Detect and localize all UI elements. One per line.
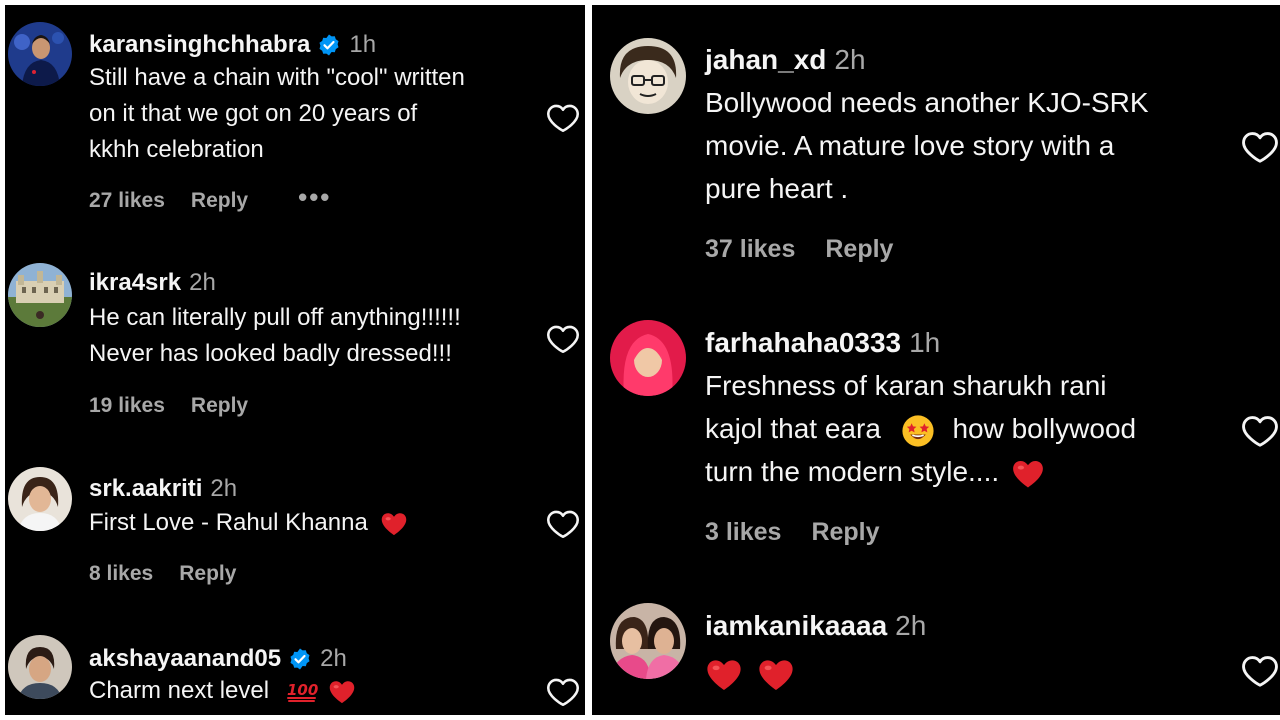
- comment-username[interactable]: karansinghchhabra: [89, 31, 310, 59]
- comment-text-line: Still have a chain with "cool" written: [89, 64, 465, 91]
- comment-text: Freshness of karan sharukh rani kajol th…: [705, 364, 1136, 493]
- comment-username[interactable]: ikra4srk: [89, 269, 181, 297]
- comment-text-line: Freshness of karan sharukh rani: [705, 370, 1107, 401]
- comment-username[interactable]: srk.aakriti: [89, 475, 202, 503]
- red-heart-icon: [380, 510, 408, 538]
- avatar[interactable]: [8, 635, 72, 699]
- avatar[interactable]: [610, 603, 686, 679]
- avatar[interactable]: [8, 467, 72, 531]
- comment-time: 1h: [909, 327, 941, 358]
- comment-text-line: on it that we got on 20 years of: [89, 100, 418, 127]
- more-options-icon[interactable]: •••: [298, 184, 331, 210]
- verified-badge-icon: [288, 647, 312, 671]
- comment-time: 2h: [320, 645, 347, 672]
- like-heart-icon[interactable]: [1241, 652, 1279, 690]
- red-heart-icon: [757, 656, 795, 694]
- verified-badge-icon: [317, 33, 341, 57]
- red-heart-icon: [1011, 457, 1045, 491]
- comment-text: Bollywood needs another KJO-SRK movie. A…: [705, 81, 1149, 210]
- comment-username[interactable]: jahan_xd: [705, 44, 826, 76]
- like-heart-icon[interactable]: [546, 507, 580, 541]
- comment-text-line: how bollywood: [952, 413, 1137, 444]
- reply-button[interactable]: Reply: [825, 235, 893, 264]
- hundred-points-icon: [286, 680, 318, 704]
- like-heart-icon[interactable]: [546, 322, 580, 356]
- like-heart-icon[interactable]: [1241, 412, 1279, 450]
- like-count[interactable]: 3 likes: [705, 518, 781, 547]
- comment-username[interactable]: iamkanikaaaa: [705, 610, 887, 642]
- comment-username[interactable]: akshayaanand05: [89, 645, 281, 673]
- comment-text-line: kkhh celebration: [89, 136, 264, 163]
- comment-text-line: kajol that eara: [705, 413, 881, 444]
- comment-username[interactable]: farhahaha0333: [705, 327, 901, 359]
- comment-time: 2h: [895, 610, 927, 641]
- comment-text: He can literally pull off anything!!!!!!…: [89, 300, 461, 372]
- comment-text-line: Bollywood needs another KJO-SRK: [705, 87, 1149, 118]
- avatar[interactable]: [610, 38, 686, 114]
- comment-text: First Love - Rahul Khanna: [89, 505, 408, 541]
- like-count[interactable]: 8 likes: [89, 562, 153, 586]
- comment-time: 2h: [834, 44, 866, 75]
- comment-text-line: First Love - Rahul Khanna: [89, 509, 368, 536]
- comment-text-line: movie. A mature love story with a: [705, 130, 1115, 161]
- like-count[interactable]: 19 likes: [89, 394, 165, 418]
- like-heart-icon[interactable]: [546, 101, 580, 135]
- star-struck-icon: [901, 414, 935, 448]
- comment-text-line: pure heart .: [705, 173, 849, 204]
- reply-button[interactable]: Reply: [191, 394, 248, 418]
- avatar[interactable]: [8, 263, 72, 327]
- comment-text: Still have a chain with "cool" written o…: [89, 60, 465, 168]
- reply-button[interactable]: Reply: [191, 189, 248, 213]
- like-count[interactable]: 37 likes: [705, 235, 795, 264]
- reply-button[interactable]: Reply: [179, 562, 236, 586]
- avatar[interactable]: [610, 320, 686, 396]
- comments-panel-left: karansinghchhabra 1h Still have a chain …: [5, 5, 585, 715]
- comment-text-line: turn the modern style....: [705, 456, 1000, 487]
- like-count[interactable]: 27 likes: [89, 189, 165, 213]
- like-heart-icon[interactable]: [1241, 128, 1279, 166]
- comment-time: 2h: [189, 269, 216, 296]
- comment-text-line: He can literally pull off anything!!!!!!: [89, 304, 461, 331]
- reply-button[interactable]: Reply: [811, 518, 879, 547]
- comment-time: 1h: [349, 31, 377, 58]
- comment-text-line: Never has looked badly dressed!!!: [89, 340, 452, 367]
- comments-panel-right: jahan_xd 2h Bollywood needs another KJO-…: [592, 5, 1280, 715]
- comment-text: [705, 651, 795, 694]
- comment-text: Charm next level: [89, 673, 356, 709]
- red-heart-icon: [705, 656, 743, 694]
- comment-time: 2h: [210, 475, 238, 502]
- comment-text-line: Charm next level: [89, 677, 270, 704]
- like-heart-icon[interactable]: [546, 675, 580, 709]
- red-heart-icon: [328, 678, 356, 706]
- avatar[interactable]: [8, 22, 72, 86]
